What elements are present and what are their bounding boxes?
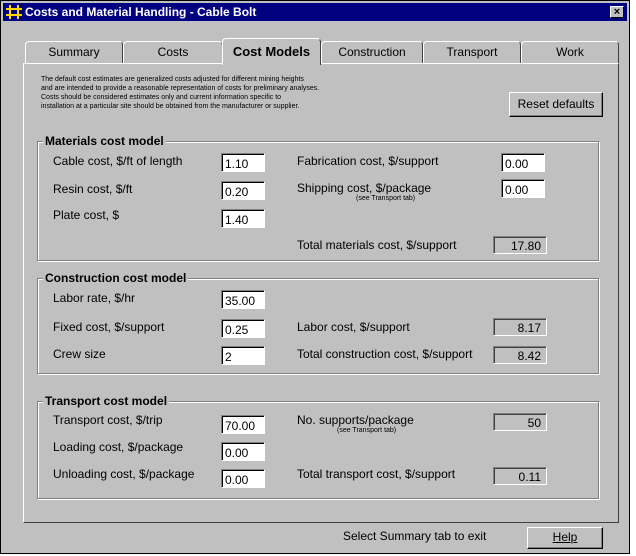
labor-cost-value: 8.17 [493, 318, 547, 336]
resin-cost-label: Resin cost, $/ft [53, 182, 133, 196]
unloading-cost-label: Unloading cost, $/package [53, 467, 195, 481]
close-icon: × [613, 6, 621, 18]
tab-cost-models[interactable]: Cost Models [222, 38, 321, 65]
tab-construction[interactable]: Construction [321, 41, 423, 63]
tab-summary[interactable]: Summary [25, 41, 123, 63]
total-materials-cost-value: 17.80 [493, 236, 547, 254]
transport-cost-input[interactable]: 70.00 [221, 415, 265, 434]
shipping-cost-input[interactable]: 0.00 [501, 179, 545, 198]
tab-costs[interactable]: Costs [123, 41, 223, 63]
plate-cost-input[interactable]: 1.40 [221, 209, 265, 228]
notes-line: installation at a particular site should… [41, 103, 300, 110]
loading-cost-input[interactable]: 0.00 [221, 442, 265, 461]
notes-line: and are intended to provide a reasonable… [41, 85, 320, 92]
dialog-window: Costs and Material Handling - Cable Bolt… [0, 0, 630, 554]
tab-cost-models-label: Cost Models [232, 44, 311, 59]
shipping-cost-note: (see Transport tab) [356, 195, 416, 202]
cost-estimate-notes: The default cost estimates are generaliz… [41, 75, 481, 111]
supports-per-package-label: No. supports/package [297, 413, 414, 427]
app-icon [6, 5, 22, 19]
supports-per-package-value: 50 [493, 413, 547, 431]
cable-cost-label: Cable cost, $/ft of length [53, 154, 183, 168]
plate-cost-label: Plate cost, $ [53, 208, 120, 222]
supports-per-package-note: (see Transport tab) [337, 427, 397, 434]
tab-costs-label: Costs [157, 45, 189, 59]
reset-defaults-button[interactable]: Reset defaults [509, 92, 603, 117]
total-construction-cost-label: Total construction cost, $/support [297, 347, 473, 361]
total-materials-cost-label: Total materials cost, $/support [297, 238, 457, 252]
window-title: Costs and Material Handling - Cable Bolt [25, 5, 257, 19]
transport-cost-title: Transport cost model [43, 394, 170, 408]
labor-cost-label: Labor cost, $/support [297, 320, 410, 334]
unloading-cost-input[interactable]: 0.00 [221, 469, 265, 488]
transport-cost-label: Transport cost, $/trip [53, 413, 163, 427]
tab-construction-label: Construction [338, 45, 406, 59]
tab-summary-label: Summary [48, 45, 100, 59]
materials-cost-title: Materials cost model [43, 134, 166, 148]
notes-line: Costs should be considered estimates onl… [41, 94, 282, 101]
construction-cost-title: Construction cost model [43, 271, 189, 285]
crew-size-label: Crew size [53, 347, 106, 361]
tab-work[interactable]: Work [521, 41, 619, 63]
total-construction-cost-value: 8.42 [493, 346, 547, 364]
tab-work-label: Work [556, 45, 584, 59]
crew-size-input[interactable]: 2 [221, 346, 265, 365]
fixed-cost-label: Fixed cost, $/support [53, 320, 165, 334]
total-transport-cost-value: 0.11 [493, 467, 547, 485]
fixed-cost-input[interactable]: 0.25 [221, 319, 265, 338]
labor-rate-label: Labor rate, $/hr [53, 291, 136, 305]
fabrication-cost-label: Fabrication cost, $/support [297, 154, 439, 168]
labor-rate-input[interactable]: 35.00 [221, 290, 265, 309]
cable-cost-input[interactable]: 1.10 [221, 153, 265, 172]
notes-line: The default cost estimates are generaliz… [41, 76, 304, 83]
shipping-cost-label: Shipping cost, $/package [297, 181, 432, 195]
tab-transport-label: Transport [446, 45, 498, 59]
loading-cost-label: Loading cost, $/package [53, 440, 184, 454]
tab-transport[interactable]: Transport [423, 41, 521, 63]
fabrication-cost-input[interactable]: 0.00 [501, 153, 545, 172]
resin-cost-input[interactable]: 0.20 [221, 181, 265, 200]
exit-hint-text: Select Summary tab to exit [343, 529, 487, 543]
close-button[interactable]: × [610, 6, 624, 18]
help-button[interactable]: Help [527, 527, 603, 549]
total-transport-cost-label: Total transport cost, $/support [297, 467, 456, 481]
title-bar: Costs and Material Handling - Cable Bolt… [3, 3, 627, 21]
